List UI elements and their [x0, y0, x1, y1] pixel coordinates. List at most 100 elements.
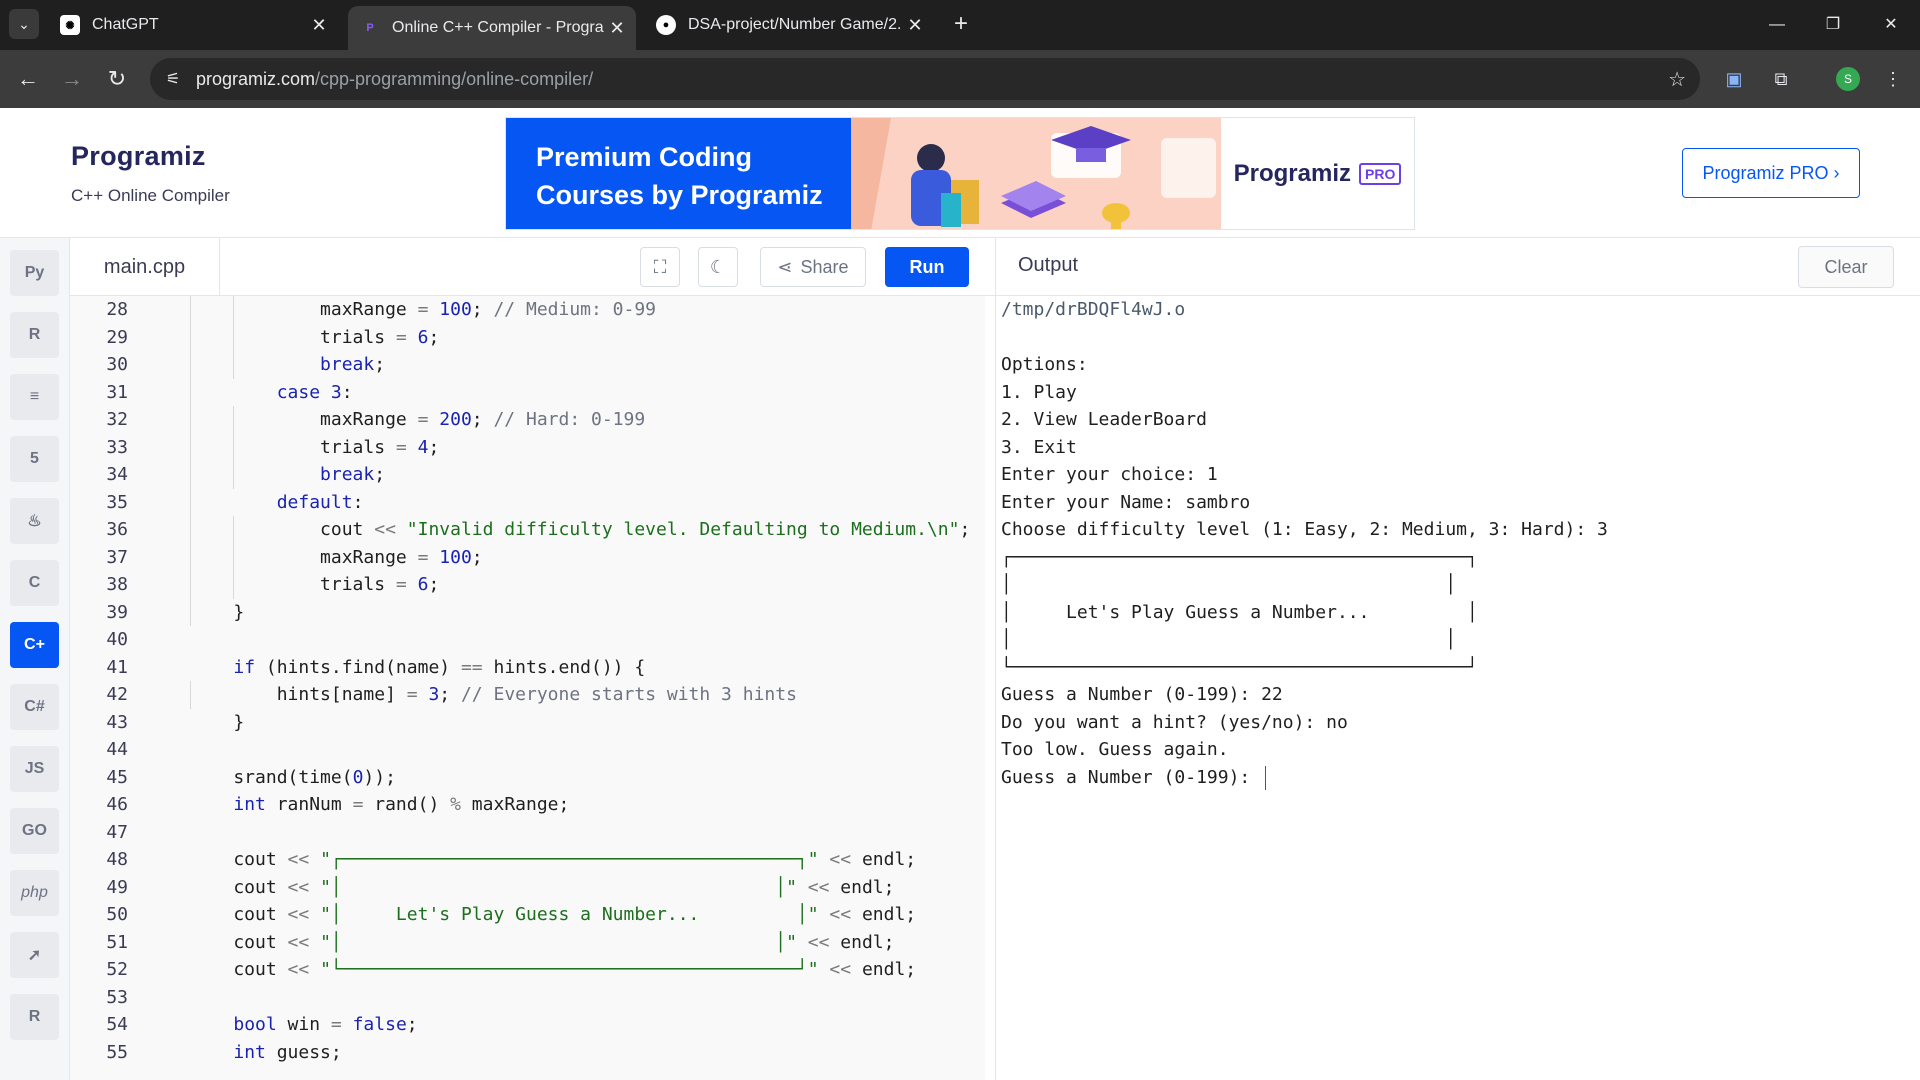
share-button[interactable]: ⋖ Share	[760, 247, 866, 287]
site-info-icon[interactable]: ⚟	[150, 69, 196, 89]
banner-pro-tag: PRO	[1359, 162, 1402, 185]
compiler-name: C++ Online Compiler	[71, 186, 230, 205]
profile-avatar[interactable]: S	[1836, 67, 1860, 91]
forward-icon[interactable]: →	[55, 62, 89, 96]
editor-toolbar: main.cpp ⛶ ☾ ⋖ Share Run	[70, 238, 995, 296]
address-path: /cpp-programming/online-compiler/	[315, 68, 594, 89]
code-text: cout << "Invalid difficulty level. Defau…	[190, 519, 971, 540]
rail-csharp-icon[interactable]: C#	[10, 684, 59, 730]
programiz-pro-button[interactable]: Programiz PRO ›	[1682, 148, 1860, 198]
line-number: 54	[106, 1014, 128, 1035]
banner-illustration	[851, 118, 1221, 229]
code-line: 53	[70, 984, 985, 1012]
rail-java-icon[interactable]: ♨	[10, 498, 59, 544]
code-text: if (hints.find(name) == hints.end()) {	[233, 656, 646, 678]
reload-icon[interactable]: ↻	[100, 62, 134, 96]
run-button[interactable]: Run	[885, 247, 969, 287]
output-console[interactable]: /tmp/drBDQFl4wJ.o Options: 1. Play 2. View …	[995, 296, 1920, 1080]
restore-icon[interactable]: ❐	[1816, 8, 1850, 42]
tab-close-icon[interactable]: ✕	[306, 15, 332, 36]
output-title: Output	[1018, 254, 1079, 276]
line-number: 39	[106, 601, 128, 623]
back-icon[interactable]: ←	[11, 62, 45, 96]
tab-title: DSA-project/Number Game/2.Number Game	[688, 16, 902, 33]
code-text: hints[name] = 3; // Everyone starts with…	[190, 684, 797, 705]
line-number: 55	[106, 1041, 128, 1063]
extension-icon[interactable]: ▣	[1717, 62, 1751, 96]
banner-headline: Premium Coding Courses by Programiz	[506, 118, 851, 229]
rail-rust-icon[interactable]: R	[10, 994, 59, 1040]
code-line: 34 break;	[70, 461, 985, 489]
code-line: 40	[70, 626, 985, 654]
code-text: bool win = false;	[233, 1014, 418, 1035]
code-line: 29 trials = 6;	[70, 324, 985, 352]
share-label: Share	[800, 256, 849, 277]
code-line: 38 trials = 6;	[70, 571, 985, 599]
output-line: Enter your choice: 1	[1001, 464, 1218, 485]
programiz-logo[interactable]: Programiz	[71, 141, 206, 172]
browser-tab-chatgpt[interactable]: ✺ ChatGPT ✕	[48, 8, 338, 42]
rail-c-icon[interactable]: C	[10, 560, 59, 606]
promo-banner[interactable]: Premium Coding Courses by Programiz Prog…	[505, 117, 1415, 230]
browser-tab-bar: ⌄ ✺ ChatGPT ✕ P Online C++ Compiler - Pr…	[0, 0, 1920, 50]
line-number: 41	[106, 656, 128, 678]
line-number: 38	[106, 574, 128, 595]
rail-swift-icon[interactable]: ➚	[10, 932, 59, 978]
line-number: 40	[106, 629, 128, 650]
rail-php-icon[interactable]: php	[10, 870, 59, 916]
output-line: /tmp/drBDQFl4wJ.o	[1001, 299, 1186, 320]
code-line: 50 cout << "│ Let's Play Guess a Number.…	[70, 901, 985, 929]
output-line: Too low. Guess again.	[1001, 739, 1229, 760]
address-bar[interactable]: ⚟ programiz.com/cpp-programming/online-c…	[150, 58, 1700, 100]
new-tab-button[interactable]: +	[947, 10, 975, 38]
clear-button[interactable]: Clear	[1798, 246, 1894, 288]
code-text: case 3:	[276, 381, 353, 403]
banner-brand: Programiz PRO	[1221, 118, 1414, 229]
code-text: }	[190, 711, 245, 733]
code-text: trials = 6;	[190, 574, 440, 595]
tab-close-icon[interactable]: ✕	[604, 18, 630, 39]
line-number: 34	[106, 464, 128, 485]
rail-python-icon[interactable]: Py	[10, 250, 59, 296]
dark-mode-moon-icon[interactable]: ☾	[698, 247, 738, 287]
line-number: 48	[106, 849, 128, 870]
site-header: Programiz C++ Online Compiler Premium Co…	[0, 108, 1920, 238]
browser-menu-icon[interactable]: ⋮	[1876, 62, 1910, 96]
code-editor[interactable]: 28 maxRange = 100; // Medium: 0-99 29 tri…	[70, 296, 985, 1080]
code-line: 46 int ranNum = rand() % maxRange;	[70, 791, 985, 819]
rail-go-icon[interactable]: GO	[10, 808, 59, 854]
rail-javascript-icon[interactable]: JS	[10, 746, 59, 792]
output-line: │ │	[1001, 574, 1457, 595]
rail-r-icon[interactable]: R	[10, 312, 59, 358]
output-line: ┌───────────────────────────────────────…	[1001, 546, 1478, 568]
extensions-puzzle-icon[interactable]: ⧉	[1764, 62, 1798, 96]
tab-close-icon[interactable]: ✕	[902, 15, 928, 36]
output-line: │ Let's Play Guess a Number... │	[1001, 601, 1478, 623]
rail-sql-icon[interactable]: ≡	[10, 374, 59, 420]
minimize-icon[interactable]: —	[1760, 8, 1794, 42]
browser-tab-github[interactable]: ● DSA-project/Number Game/2.Number Game …	[644, 8, 934, 42]
code-text: cout << "└──────────────────────────────…	[190, 959, 917, 980]
code-text: maxRange = 200; // Hard: 0-199	[190, 409, 646, 430]
output-line: 1. Play	[1001, 381, 1077, 403]
line-number: 51	[106, 931, 128, 953]
programiz-icon: P	[366, 22, 374, 34]
code-text: cout << "│ │" << endl;	[190, 876, 895, 898]
code-line: 37 maxRange = 100;	[70, 544, 985, 572]
browser-tab-programiz[interactable]: P Online C++ Compiler - Programiz ✕	[348, 6, 636, 50]
file-tab-main-cpp[interactable]: main.cpp	[70, 238, 220, 296]
output-line: Options:	[1001, 354, 1088, 375]
code-text: trials = 6;	[190, 326, 440, 348]
line-number: 46	[106, 794, 128, 815]
tab-search-button[interactable]: ⌄	[9, 9, 39, 39]
close-window-icon[interactable]: ✕	[1874, 8, 1908, 42]
code-line: 41 if (hints.find(name) == hints.end()) …	[70, 654, 985, 682]
code-line: 47	[70, 819, 985, 847]
rail-html-icon[interactable]: 5	[10, 436, 59, 482]
fullscreen-icon[interactable]: ⛶	[640, 247, 680, 287]
output-line: Do you want a hint? (yes/no): no	[1001, 711, 1348, 733]
rail-cpp-icon[interactable]: C+	[10, 622, 59, 668]
input-cursor[interactable]	[1265, 765, 1267, 790]
bookmark-star-icon[interactable]: ☆	[1668, 67, 1686, 92]
code-line: 30 break;	[70, 351, 985, 379]
